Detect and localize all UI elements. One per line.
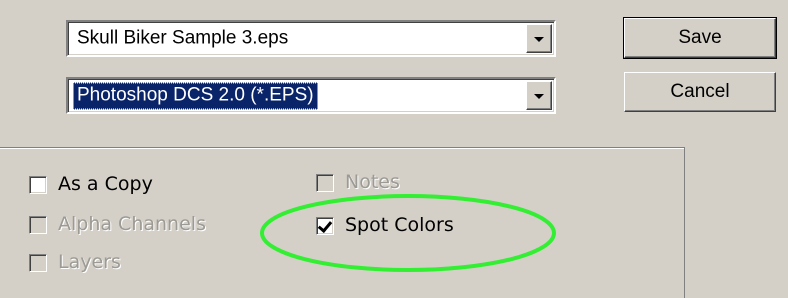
cancel-button[interactable]: Cancel [624,72,776,112]
as-a-copy-label[interactable]: As a Copy [58,173,153,195]
highlight-ellipse-shape [260,194,556,272]
alpha-channels-label: Alpha Channels [58,213,206,235]
as-a-copy-checkbox[interactable] [29,176,47,194]
file-name-dropdown-button[interactable] [526,24,552,53]
save-button-label: Save [678,27,722,48]
cancel-button-label: Cancel [670,81,730,102]
format-dropdown-button[interactable] [526,81,552,110]
file-name-combobox[interactable]: Skull Biker Sample 3.eps [66,20,556,57]
chevron-down-icon [534,36,544,42]
layers-checkbox [29,254,47,272]
format-combobox[interactable]: Photoshop DCS 2.0 (*.EPS) [66,77,556,114]
notes-checkbox [316,174,334,192]
alpha-channels-checkbox [29,216,47,234]
highlight-ellipse [260,194,556,272]
chevron-down-icon [534,93,544,99]
notes-label: Notes [345,171,400,193]
format-value: Photoshop DCS 2.0 (*.EPS) [73,82,318,109]
file-name-value: Skull Biker Sample 3.eps [77,27,289,48]
save-button[interactable]: Save [623,17,777,59]
layers-label: Layers [58,251,121,273]
